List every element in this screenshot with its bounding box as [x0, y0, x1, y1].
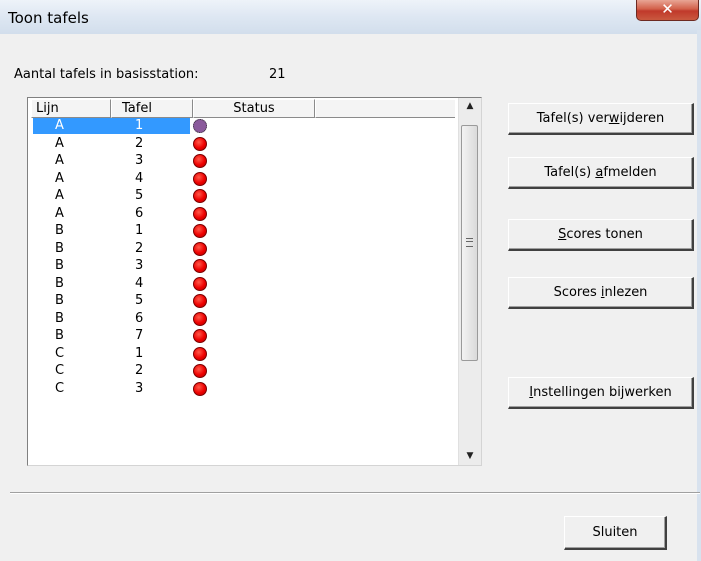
status-dot-icon: [193, 294, 207, 308]
cell-tafel: 4: [135, 170, 144, 186]
scroll-up-icon[interactable]: ▲: [459, 98, 481, 115]
status-dot-icon: [193, 224, 207, 238]
cell-lijn: B: [55, 258, 64, 273]
button-label: ijderen: [619, 111, 665, 126]
mnemonic-key: w: [608, 111, 620, 126]
tables-list[interactable]: Lijn Tafel Status A1A2A3A4A5A6B1B2B3B4B5…: [27, 97, 482, 466]
status-dot-icon: [193, 189, 207, 203]
cell-lijn: B: [55, 310, 64, 326]
cell-lijn: A: [55, 170, 64, 186]
cell-tafel: 1: [135, 345, 144, 361]
cell-lijn: A: [55, 118, 64, 133]
button-label: Tafel(s): [544, 165, 596, 180]
cell-lijn: B: [55, 223, 64, 238]
status-dot-icon: [193, 119, 207, 133]
window-title: Toon tafels: [8, 9, 89, 27]
cell-tafel: 1: [135, 118, 144, 133]
cell-lijn: A: [55, 205, 64, 221]
cell-lijn: C: [55, 345, 65, 361]
update-settings-button[interactable]: Instellingen bijwerken: [508, 377, 694, 409]
cell-tafel: 5: [135, 293, 144, 308]
cell-lijn: B: [55, 240, 64, 256]
table-row[interactable]: B6: [28, 311, 458, 327]
window-border: [697, 30, 701, 561]
scroll-down-icon[interactable]: ▼: [459, 448, 481, 465]
table-row[interactable]: B2: [28, 241, 458, 257]
button-label: nlezen: [604, 285, 648, 300]
cell-tafel: 3: [135, 153, 144, 168]
logoff-tables-button[interactable]: Tafel(s) afmelden: [508, 157, 694, 189]
table-row[interactable]: A1: [28, 118, 458, 134]
column-header-tafel[interactable]: Tafel: [111, 99, 193, 118]
status-dot-icon: [193, 329, 207, 343]
cell-lijn: A: [55, 188, 64, 203]
cell-tafel: 5: [135, 188, 144, 203]
status-dot-icon: [193, 311, 207, 326]
table-row[interactable]: B1: [28, 223, 458, 239]
cell-tafel: 3: [135, 258, 144, 273]
status-dot-icon: [193, 154, 207, 168]
cell-lijn: A: [55, 153, 64, 168]
cell-tafel: 6: [135, 310, 144, 326]
table-row[interactable]: A5: [28, 188, 458, 204]
cell-tafel: 2: [135, 363, 144, 378]
vertical-scrollbar[interactable]: ▲ ▼: [458, 98, 481, 465]
divider: [10, 492, 700, 494]
cell-tafel: 2: [135, 135, 144, 151]
cell-tafel: 4: [135, 275, 144, 291]
table-row[interactable]: A4: [28, 171, 458, 187]
remove-tables-button[interactable]: Tafel(s) verwijderen: [508, 103, 694, 135]
cell-tafel: 1: [135, 223, 144, 238]
button-label: Scores: [553, 285, 601, 300]
table-row[interactable]: C3: [28, 381, 458, 397]
table-row[interactable]: A2: [28, 136, 458, 152]
table-row[interactable]: A3: [28, 153, 458, 169]
close-dialog-button[interactable]: Sluiten: [564, 516, 667, 550]
table-row[interactable]: A6: [28, 206, 458, 222]
table-count-value: 21: [269, 67, 286, 82]
column-header-lijn[interactable]: Lijn: [31, 99, 111, 118]
cell-lijn: B: [55, 275, 64, 291]
button-label: fmelden: [603, 165, 657, 180]
status-dot-icon: [193, 259, 207, 273]
table-row[interactable]: B4: [28, 276, 458, 292]
table-row[interactable]: C2: [28, 363, 458, 379]
table-row[interactable]: C1: [28, 346, 458, 362]
column-header-status[interactable]: Status: [193, 99, 315, 118]
cell-lijn: B: [55, 293, 64, 308]
status-dot-icon: [193, 381, 207, 396]
table-row[interactable]: B3: [28, 258, 458, 274]
cell-tafel: 7: [135, 328, 144, 343]
table-row[interactable]: B5: [28, 293, 458, 309]
status-dot-icon: [193, 206, 207, 221]
grip-icon: [466, 238, 473, 247]
cell-lijn: C: [55, 363, 65, 378]
cell-lijn: A: [55, 135, 64, 151]
status-dot-icon: [193, 171, 207, 186]
scrollbar-thumb[interactable]: [461, 125, 478, 361]
read-scores-button[interactable]: Scores inlezen: [508, 277, 694, 309]
close-icon: ✕: [661, 0, 674, 18]
column-header-filler: [315, 99, 455, 118]
table-count-label: Aantal tafels in basisstation:: [14, 67, 199, 82]
table-row[interactable]: B7: [28, 328, 458, 344]
status-dot-icon: [193, 364, 207, 378]
cell-tafel: 6: [135, 205, 144, 221]
button-label: nstellingen bijwerken: [533, 385, 672, 400]
cell-tafel: 2: [135, 240, 144, 256]
status-dot-icon: [193, 241, 207, 256]
button-label: cores tonen: [566, 227, 643, 242]
cell-lijn: C: [55, 380, 65, 396]
cell-tafel: 3: [135, 380, 144, 396]
status-dot-icon: [193, 276, 207, 291]
title-bar: Toon tafels ✕: [0, 0, 701, 34]
button-label: Tafel(s) ver: [536, 111, 609, 126]
status-dot-icon: [193, 136, 207, 151]
show-scores-button[interactable]: Scores tonen: [508, 219, 694, 251]
close-button[interactable]: ✕: [636, 0, 699, 21]
status-dot-icon: [193, 346, 207, 361]
cell-lijn: B: [55, 328, 64, 343]
